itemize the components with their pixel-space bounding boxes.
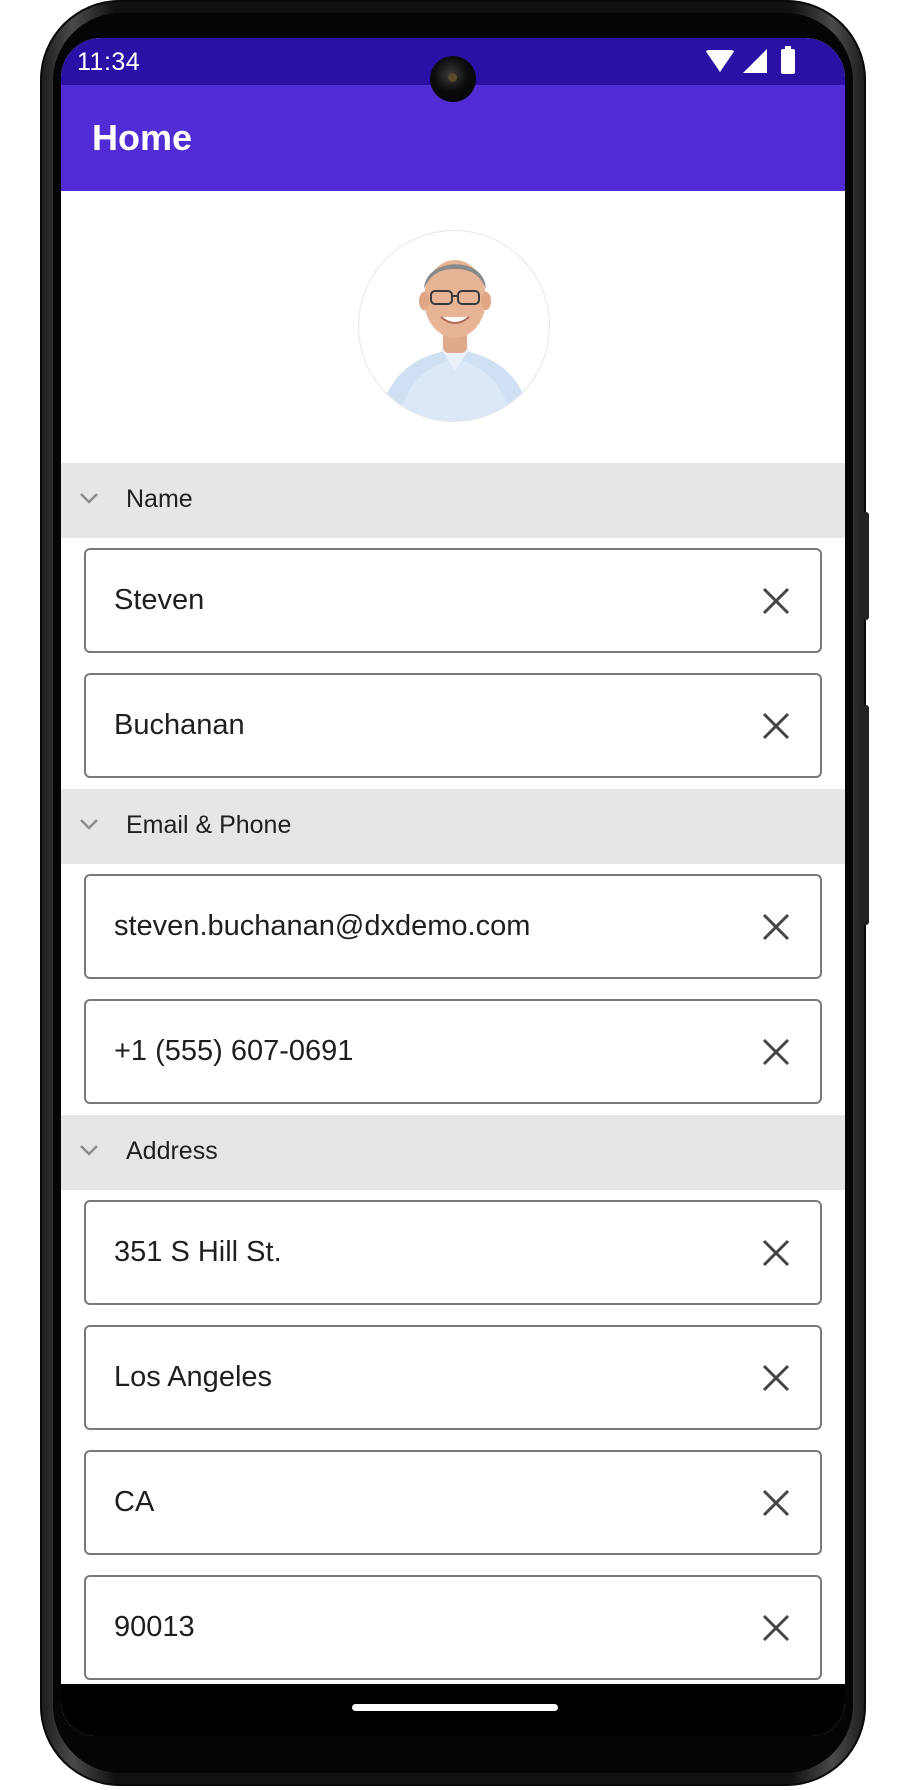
- field-value[interactable]: 351 S Hill St.: [114, 1236, 282, 1269]
- screen: 11:34 Home Name Steven Buchanan Email & …: [61, 38, 845, 1736]
- front-camera: [430, 56, 476, 102]
- battery-icon: [781, 45, 795, 74]
- group-header-email-phone[interactable]: Email & Phone: [61, 789, 845, 864]
- chevron-down-icon[interactable]: [78, 813, 100, 835]
- power-button: [862, 512, 869, 620]
- group-title: Name: [126, 485, 193, 513]
- name-fields: Steven Buchanan: [61, 538, 845, 789]
- field-value[interactable]: Steven: [114, 584, 204, 617]
- system-navigation-bar: [61, 1684, 845, 1736]
- first-name-field[interactable]: Steven: [84, 548, 822, 653]
- profile-photo: [379, 260, 531, 421]
- group-header-name[interactable]: Name: [61, 463, 845, 538]
- clear-icon[interactable]: [758, 1485, 794, 1521]
- cell-signal-icon: [743, 49, 767, 73]
- status-time: 11:34: [77, 48, 141, 76]
- avatar-section: [61, 191, 845, 463]
- group-title: Email & Phone: [126, 811, 292, 839]
- page-title: Home: [92, 117, 193, 158]
- field-value[interactable]: Buchanan: [114, 709, 245, 742]
- status-icons: [705, 45, 795, 74]
- contact-fields: steven.buchanan@dxdemo.com +1 (555) 607-…: [61, 864, 845, 1115]
- city-field[interactable]: Los Angeles: [84, 1325, 822, 1430]
- clear-icon[interactable]: [758, 583, 794, 619]
- field-value[interactable]: steven.buchanan@dxdemo.com: [114, 910, 530, 943]
- clear-icon[interactable]: [758, 1360, 794, 1396]
- clear-icon[interactable]: [758, 1034, 794, 1070]
- group-title: Address: [126, 1137, 218, 1165]
- avatar: [358, 230, 550, 422]
- last-name-field[interactable]: Buchanan: [84, 673, 822, 778]
- field-value[interactable]: 90013: [114, 1611, 195, 1644]
- chevron-down-icon[interactable]: [78, 1139, 100, 1161]
- field-value[interactable]: Los Angeles: [114, 1361, 272, 1394]
- home-indicator[interactable]: [352, 1704, 558, 1711]
- field-value[interactable]: CA: [114, 1486, 154, 1519]
- clear-icon[interactable]: [758, 1235, 794, 1271]
- clear-icon[interactable]: [758, 708, 794, 744]
- wifi-icon: [705, 50, 735, 72]
- volume-button: [862, 705, 869, 925]
- state-field[interactable]: CA: [84, 1450, 822, 1555]
- chevron-down-icon[interactable]: [78, 487, 100, 509]
- main-content: Name Steven Buchanan Email & Phone steve…: [61, 191, 845, 1691]
- phone-field[interactable]: +1 (555) 607-0691: [84, 999, 822, 1104]
- clear-icon[interactable]: [758, 909, 794, 945]
- group-header-address[interactable]: Address: [61, 1115, 845, 1190]
- zip-field[interactable]: 90013: [84, 1575, 822, 1680]
- clear-icon[interactable]: [758, 1610, 794, 1646]
- field-value[interactable]: +1 (555) 607-0691: [114, 1035, 353, 1068]
- address-fields: 351 S Hill St. Los Angeles CA 90013: [61, 1190, 845, 1691]
- email-field[interactable]: steven.buchanan@dxdemo.com: [84, 874, 822, 979]
- street-field[interactable]: 351 S Hill St.: [84, 1200, 822, 1305]
